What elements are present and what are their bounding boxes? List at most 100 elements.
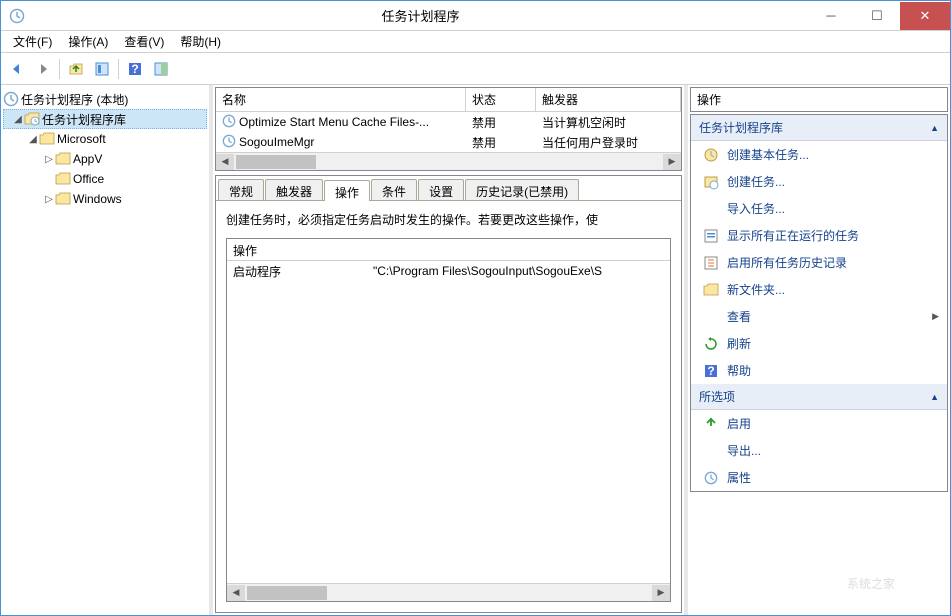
action-refresh[interactable]: 刷新 <box>691 330 947 357</box>
running-icon <box>703 228 719 244</box>
task-row[interactable]: SogouImeMgr 禁用 当任何用户登录时 <box>216 132 681 152</box>
scroll-right-button[interactable]: ▶ <box>652 585 670 601</box>
scroll-left-button[interactable]: ◀ <box>227 585 245 601</box>
task-icon <box>703 174 719 190</box>
task-name-cell: SogouImeMgr <box>216 132 466 153</box>
action-properties[interactable]: 属性 <box>691 464 947 491</box>
forward-button[interactable] <box>31 57 55 81</box>
scroll-left-button[interactable]: ◀ <box>216 154 234 170</box>
tree-label: Microsoft <box>57 132 106 146</box>
titlebar[interactable]: 任务计划程序 ─ ☐ ✕ <box>1 1 950 31</box>
history-icon <box>703 255 719 271</box>
action-view[interactable]: 查看 ▶ <box>691 303 947 330</box>
minimize-button[interactable]: ─ <box>808 2 854 30</box>
scroll-right-button[interactable]: ▶ <box>663 154 681 170</box>
col-trigger[interactable]: 触发器 <box>536 88 681 111</box>
enable-icon <box>703 416 719 432</box>
tree-label: Office <box>73 172 104 186</box>
tree-panel[interactable]: 任务计划程序 (本地) ◢ 任务计划程序库 ◢ Microsoft ▷ AppV <box>1 85 213 615</box>
close-button[interactable]: ✕ <box>900 2 950 30</box>
menu-view[interactable]: 查看(V) <box>116 31 172 52</box>
expand-icon[interactable]: ◢ <box>27 134 39 145</box>
tree-root[interactable]: 任务计划程序 (本地) <box>3 89 207 109</box>
task-list: 名称 状态 触发器 Optimize Start Menu Cache File… <box>215 87 682 171</box>
actions-table-body[interactable]: 启动程序 "C:\Program Files\SogouInput\SogouE… <box>227 261 670 583</box>
back-button[interactable] <box>5 57 29 81</box>
collapse-icon: ▲ <box>930 123 939 133</box>
expand-icon[interactable]: ◢ <box>12 114 24 125</box>
tab-actions[interactable]: 操作 <box>324 180 370 201</box>
clock-icon <box>3 91 19 107</box>
folder-icon <box>55 171 71 187</box>
horizontal-scrollbar[interactable]: ◀ ▶ <box>227 583 670 601</box>
actions-table-header[interactable]: 操作 <box>227 239 670 261</box>
scroll-thumb[interactable] <box>236 155 316 169</box>
submenu-arrow-icon: ▶ <box>932 311 939 322</box>
task-list-header: 名称 状态 触发器 <box>216 88 681 112</box>
col-name[interactable]: 名称 <box>216 88 466 111</box>
horizontal-scrollbar[interactable]: ◀ ▶ <box>216 152 681 170</box>
tab-general[interactable]: 常规 <box>218 179 264 200</box>
action-create-task[interactable]: 创建任务... <box>691 168 947 195</box>
col-status[interactable]: 状态 <box>466 88 536 111</box>
clock-icon <box>222 114 236 131</box>
tree-microsoft[interactable]: ◢ Microsoft <box>3 129 207 149</box>
task-name-cell: Optimize Start Menu Cache Files-... <box>216 112 466 133</box>
menu-action[interactable]: 操作(A) <box>60 31 116 52</box>
pane-button[interactable] <box>149 57 173 81</box>
refresh-icon <box>703 336 719 352</box>
collapse-icon: ▲ <box>930 392 939 402</box>
folder-icon <box>39 131 55 147</box>
export-icon <box>703 443 719 459</box>
menu-file[interactable]: 文件(F) <box>5 31 60 52</box>
window-title: 任务计划程序 <box>33 6 808 25</box>
app-icon <box>9 8 25 24</box>
tab-conditions[interactable]: 条件 <box>371 179 417 200</box>
tree-office[interactable]: Office <box>3 169 207 189</box>
svg-text:?: ? <box>707 364 714 378</box>
task-list-body[interactable]: Optimize Start Menu Cache Files-... 禁用 当… <box>216 112 681 152</box>
tree-windows[interactable]: ▷ Windows <box>3 189 207 209</box>
expand-icon[interactable]: ▷ <box>43 194 55 205</box>
actions-section-library[interactable]: 任务计划程序库 ▲ <box>691 115 947 141</box>
expand-icon[interactable]: ▷ <box>43 154 55 165</box>
actions-section-selected[interactable]: 所选项 ▲ <box>691 384 947 410</box>
action-import-task[interactable]: 导入任务... <box>691 195 947 222</box>
folder-clock-icon <box>24 111 40 127</box>
tab-settings[interactable]: 设置 <box>418 179 464 200</box>
task-trigger-cell: 当任何用户登录时 <box>536 132 681 153</box>
up-folder-button[interactable] <box>64 57 88 81</box>
wizard-icon <box>703 147 719 163</box>
action-help[interactable]: ? 帮助 <box>691 357 947 384</box>
action-show-running[interactable]: 显示所有正在运行的任务 <box>691 222 947 249</box>
folder-icon <box>55 151 71 167</box>
tree-appv[interactable]: ▷ AppV <box>3 149 207 169</box>
action-enable[interactable]: 启用 <box>691 410 947 437</box>
tree-label: 任务计划程序 (本地) <box>21 91 128 108</box>
properties-icon <box>703 470 719 486</box>
action-row[interactable]: 启动程序 "C:\Program Files\SogouInput\SogouE… <box>227 261 670 281</box>
tree-label: AppV <box>73 152 102 166</box>
help-icon: ? <box>703 363 719 379</box>
tab-content: 创建任务时，必须指定任务启动时发生的操作。若要更改这些操作，使 操作 启动程序 … <box>216 200 681 612</box>
properties-button[interactable] <box>90 57 114 81</box>
help-button[interactable]: ? <box>123 57 147 81</box>
menu-help[interactable]: 帮助(H) <box>172 31 229 52</box>
maximize-button[interactable]: ☐ <box>854 2 900 30</box>
task-status-cell: 禁用 <box>466 112 536 133</box>
tab-history[interactable]: 历史记录(已禁用) <box>465 179 579 200</box>
action-export[interactable]: 导出... <box>691 437 947 464</box>
tree-label: 任务计划程序库 <box>42 111 126 128</box>
import-icon <box>703 201 719 217</box>
scroll-thumb[interactable] <box>247 586 327 600</box>
tab-triggers[interactable]: 触发器 <box>265 179 323 200</box>
toolbar-separator <box>59 59 60 79</box>
action-enable-history[interactable]: 启用所有任务历史记录 <box>691 249 947 276</box>
tree-library[interactable]: ◢ 任务计划程序库 <box>3 109 207 129</box>
actions-panel: 操作 任务计划程序库 ▲ 创建基本任务... 创建任务... 导入任务... <box>688 85 950 615</box>
action-new-folder[interactable]: 新文件夹... <box>691 276 947 303</box>
action-create-basic-task[interactable]: 创建基本任务... <box>691 141 947 168</box>
toolbar-separator <box>118 59 119 79</box>
svg-text:?: ? <box>131 62 138 76</box>
task-row[interactable]: Optimize Start Menu Cache Files-... 禁用 当… <box>216 112 681 132</box>
